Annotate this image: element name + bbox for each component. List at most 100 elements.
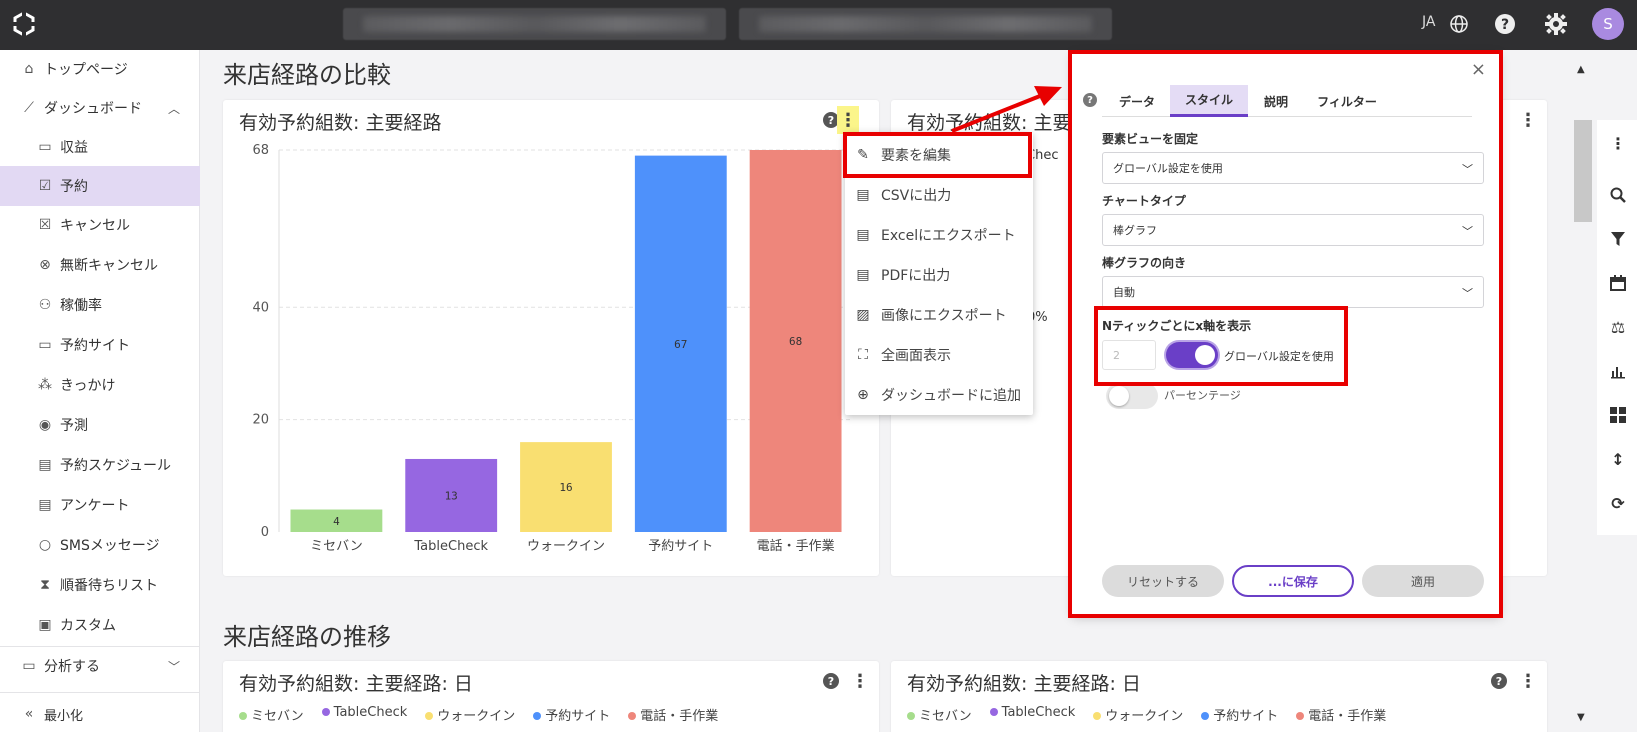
sidebar-item-booking-site[interactable]: ▭ 予約サイト bbox=[0, 326, 200, 364]
sidebar-item-analyze[interactable]: ▭ 分析する ﹀ bbox=[0, 646, 200, 686]
image-icon: ▨ bbox=[856, 307, 870, 323]
legend-item[interactable]: 予約サイト bbox=[1201, 705, 1278, 724]
bar-value-label: 67 bbox=[674, 338, 687, 351]
sidebar-item-label: 収益 bbox=[60, 140, 88, 156]
chart-legend: ミセバン TableCheck ウォークイン 予約サイト 電話・手作業 bbox=[907, 705, 1386, 724]
balance-icon[interactable]: ⚖ bbox=[1607, 316, 1629, 338]
sidebar-item-label: アンケート bbox=[60, 498, 130, 514]
user-avatar[interactable]: S bbox=[1592, 8, 1624, 40]
menu-item-fullscreen[interactable]: ⛶ 全画面表示 bbox=[845, 335, 1033, 375]
sidebar-item-label: 予約スケジュール bbox=[60, 458, 172, 474]
sidebar-item-label: キャンセル bbox=[60, 218, 130, 234]
sidebar-divider bbox=[0, 692, 200, 693]
sidebar-item-dashboard[interactable]: ⟋ ダッシュボード ︿ bbox=[0, 88, 200, 128]
help-icon[interactable]: ? bbox=[1492, 11, 1518, 37]
search-icon[interactable] bbox=[1607, 184, 1629, 206]
calendar-x-icon: ☒ bbox=[38, 217, 52, 233]
chart-icon: ⟋ bbox=[24, 100, 34, 116]
refresh-icon[interactable]: ⟳ bbox=[1607, 492, 1629, 514]
highlight-box-ntick bbox=[1094, 306, 1348, 386]
filter-icon[interactable] bbox=[1607, 228, 1629, 250]
scroll-down-icon[interactable]: ▼ bbox=[1577, 712, 1585, 723]
card-menu-button[interactable]: ⋮ bbox=[1517, 106, 1539, 134]
legend-item[interactable]: 電話・手作業 bbox=[628, 705, 718, 724]
sidebar-item-top[interactable]: ⌂ トップページ bbox=[0, 50, 200, 88]
sidebar-item-label: 順番待ちリスト bbox=[60, 578, 158, 594]
sidebar-item-trigger[interactable]: ⁂ きっかけ bbox=[0, 366, 200, 404]
menu-item-label: 全画面表示 bbox=[881, 348, 951, 364]
chart-card-daily-2: 有効予約組数: 主要経路: 日 ? ⋮ ミセバン TableCheck ウォーク… bbox=[891, 661, 1547, 732]
message-icon: ○ bbox=[38, 537, 52, 553]
legend-item[interactable]: 電話・手作業 bbox=[1296, 705, 1386, 724]
globe-icon[interactable] bbox=[1446, 11, 1472, 37]
grid-icon[interactable] bbox=[1607, 404, 1629, 426]
fullscreen-icon: ⛶ bbox=[858, 347, 868, 363]
sidebar-item-cancel[interactable]: ☒ キャンセル bbox=[0, 206, 200, 244]
legend-item[interactable]: TableCheck bbox=[989, 705, 1075, 724]
card-title: 有効予約組数: 主要 bbox=[907, 112, 1072, 134]
legend-item[interactable]: ウォークイン bbox=[1093, 705, 1183, 724]
menu-item-image[interactable]: ▨ 画像にエクスポート bbox=[845, 295, 1033, 335]
blurred-selector-left[interactable] bbox=[343, 8, 726, 40]
legend-item[interactable]: ミセバン bbox=[239, 705, 304, 724]
sidebar-item-waitlist[interactable]: ⧗ 順番待ちリスト bbox=[0, 566, 200, 604]
chart-card-main-routes: 有効予約組数: 主要経路 ? ⋮ 0 20 40 68 4 ミセバン 13 TableChec… bbox=[223, 100, 879, 576]
circle-x-icon: ⊗ bbox=[39, 257, 51, 273]
sidebar-item-label: 予約サイト bbox=[60, 338, 130, 354]
legend-item[interactable]: ミセバン bbox=[907, 705, 972, 724]
legend-item[interactable]: 予約サイト bbox=[533, 705, 610, 724]
survey-icon: ▤ bbox=[38, 497, 52, 513]
sidebar-item-schedule[interactable]: ▤ 予約スケジュール bbox=[0, 446, 200, 484]
bar-value-label: 68 bbox=[789, 335, 802, 348]
y-tick-label: 68 bbox=[252, 143, 269, 158]
sidebar: ⌂ トップページ ⟋ ダッシュボード ︿ ▭ 収益 ☑ 予約 ☒ キャンセル ⊗ 無断キャン… bbox=[0, 50, 200, 732]
scroll-thumb[interactable] bbox=[1574, 120, 1592, 222]
x-tick-label: 電話・手作業 bbox=[757, 538, 835, 554]
bar-chart-icon[interactable] bbox=[1607, 360, 1629, 382]
sidebar-item-occupancy[interactable]: ⚇ 稼働率 bbox=[0, 286, 200, 324]
help-icon[interactable]: ? bbox=[1491, 673, 1507, 689]
sort-icon[interactable]: ↕ bbox=[1607, 448, 1629, 470]
eye-icon: ◉ bbox=[38, 417, 52, 433]
sidebar-item-reservations[interactable]: ☑ 予約 bbox=[0, 166, 200, 206]
card-title: 有効予約組数: 主要経路: 日 bbox=[907, 673, 1141, 695]
sidebar-item-label: きっかけ bbox=[60, 378, 116, 394]
y-tick-label: 20 bbox=[252, 413, 269, 428]
language-label[interactable]: JA bbox=[1422, 14, 1435, 30]
more-icon[interactable]: ⋮ bbox=[1607, 132, 1629, 154]
menu-item-excel[interactable]: ▤ Excelにエクスポート bbox=[845, 215, 1033, 255]
sidebar-item-label: トップページ bbox=[44, 62, 128, 78]
double-chevron-left-icon: « bbox=[24, 706, 34, 722]
card-menu-button[interactable]: ⋮ bbox=[1517, 667, 1539, 695]
sidebar-item-label: 分析する bbox=[44, 659, 100, 675]
chevron-down-icon: ﹀ bbox=[167, 659, 180, 674]
menu-item-csv[interactable]: ▤ CSVに出力 bbox=[845, 175, 1033, 215]
network-icon: ⁂ bbox=[38, 377, 52, 393]
sidebar-item-revenue[interactable]: ▭ 収益 bbox=[0, 128, 200, 166]
section-title-comparison: 来店経路の比較 bbox=[223, 61, 391, 89]
bar-value-label: 13 bbox=[445, 489, 458, 502]
legend-item[interactable]: ウォークイン bbox=[425, 705, 515, 724]
sidebar-item-custom[interactable]: ▣ カスタム bbox=[0, 606, 200, 644]
add-circle-icon: ⊕ bbox=[857, 387, 869, 403]
sidebar-item-noshow[interactable]: ⊗ 無断キャンセル bbox=[0, 246, 200, 284]
help-icon[interactable]: ? bbox=[823, 673, 839, 689]
legend-item[interactable]: TableCheck bbox=[321, 705, 407, 724]
gear-icon[interactable] bbox=[1543, 11, 1569, 37]
analyze-icon: ▭ bbox=[22, 658, 36, 674]
right-toolbar: ⋮ ⚖ ↕ ⟳ bbox=[1597, 120, 1637, 535]
calendar-icon[interactable] bbox=[1607, 272, 1629, 294]
minimize-button[interactable]: « 最小化 bbox=[0, 694, 200, 732]
sidebar-item-forecast[interactable]: ◉ 予測 bbox=[0, 406, 200, 444]
app-logo-icon[interactable] bbox=[10, 10, 38, 38]
card-menu-button[interactable]: ⋮ bbox=[849, 667, 871, 695]
menu-item-pdf[interactable]: ▤ PDFに出力 bbox=[845, 255, 1033, 295]
y-tick-label: 40 bbox=[252, 300, 269, 315]
bar-chart: 0 20 40 68 4 ミセバン 13 TableCheck 16 ウォークイン 67 予約サイト 6… bbox=[252, 143, 853, 554]
home-icon: ⌂ bbox=[24, 61, 34, 77]
sidebar-item-survey[interactable]: ▤ アンケート bbox=[0, 486, 200, 524]
blurred-selector-right[interactable] bbox=[739, 8, 1112, 40]
menu-item-add-dashboard[interactable]: ⊕ ダッシュボードに追加 bbox=[845, 375, 1033, 415]
sidebar-item-sms[interactable]: ○ SMSメッセージ bbox=[0, 526, 200, 564]
scroll-up-icon[interactable]: ▲ bbox=[1577, 64, 1585, 75]
